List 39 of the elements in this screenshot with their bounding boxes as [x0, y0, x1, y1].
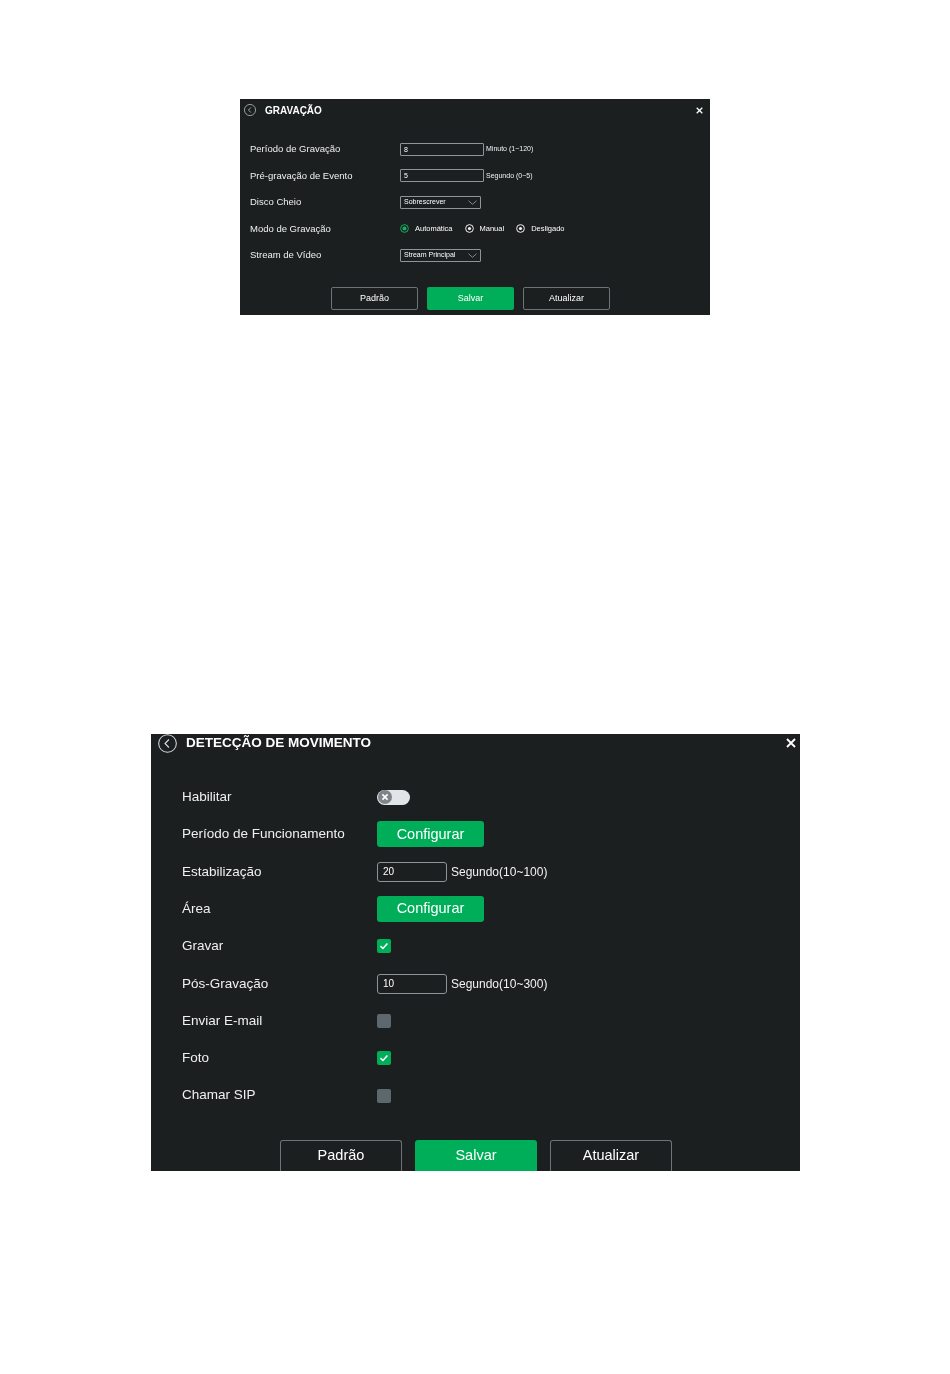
field-label: Período de Funcionamento: [182, 826, 345, 842]
refresh-button[interactable]: Atualizar: [523, 287, 610, 310]
field-label: Chamar SIP: [182, 1087, 256, 1103]
field-label: Disco Cheio: [250, 196, 302, 208]
refresh-button[interactable]: Atualizar: [550, 1139, 672, 1171]
caret-icon: [468, 199, 477, 205]
checkbox[interactable]: [377, 1088, 391, 1103]
check-icon: [379, 941, 389, 952]
field-label: Gravar: [182, 938, 224, 954]
field-label: Pós-Gravação: [182, 975, 269, 991]
back-icon[interactable]: [158, 734, 177, 753]
input-field[interactable]: 20: [377, 861, 447, 882]
back-icon[interactable]: [244, 104, 256, 116]
field-label: Área: [182, 900, 211, 916]
checkbox[interactable]: [377, 939, 391, 954]
default-button[interactable]: Padrão: [280, 1139, 402, 1171]
radio-icon[interactable]: [400, 224, 409, 234]
check-icon: [379, 1053, 389, 1064]
field-label: Stream de Vídeo: [250, 249, 322, 261]
close-icon[interactable]: [696, 106, 703, 114]
dialog-title: DETECÇÃO DE MOVIMENTO: [186, 734, 371, 752]
caret-icon: [468, 252, 477, 258]
checkbox[interactable]: [377, 1051, 391, 1066]
toggle-switch[interactable]: [377, 789, 410, 805]
default-button[interactable]: Padrão: [331, 287, 418, 310]
range-hint: Segundo(10~100): [451, 863, 548, 881]
field-label: Habilitar: [182, 789, 232, 804]
field-label: Modo de Gravação: [250, 222, 331, 234]
dialog-title: GRAVAÇÃO: [265, 103, 322, 118]
field-label: Estabilização: [182, 863, 262, 879]
close-icon[interactable]: [786, 738, 796, 748]
field-label: Pré-gravação de Evento: [250, 169, 353, 181]
checkbox[interactable]: [377, 1013, 391, 1028]
toggle-knob-icon: [378, 790, 392, 805]
field-label: Enviar E-mail: [182, 1012, 263, 1028]
range-hint: Segundo(10~300): [451, 975, 548, 993]
input-field[interactable]: 10: [377, 973, 447, 994]
field-label: Foto: [182, 1050, 209, 1066]
field-label: Período de Gravação: [250, 143, 341, 155]
